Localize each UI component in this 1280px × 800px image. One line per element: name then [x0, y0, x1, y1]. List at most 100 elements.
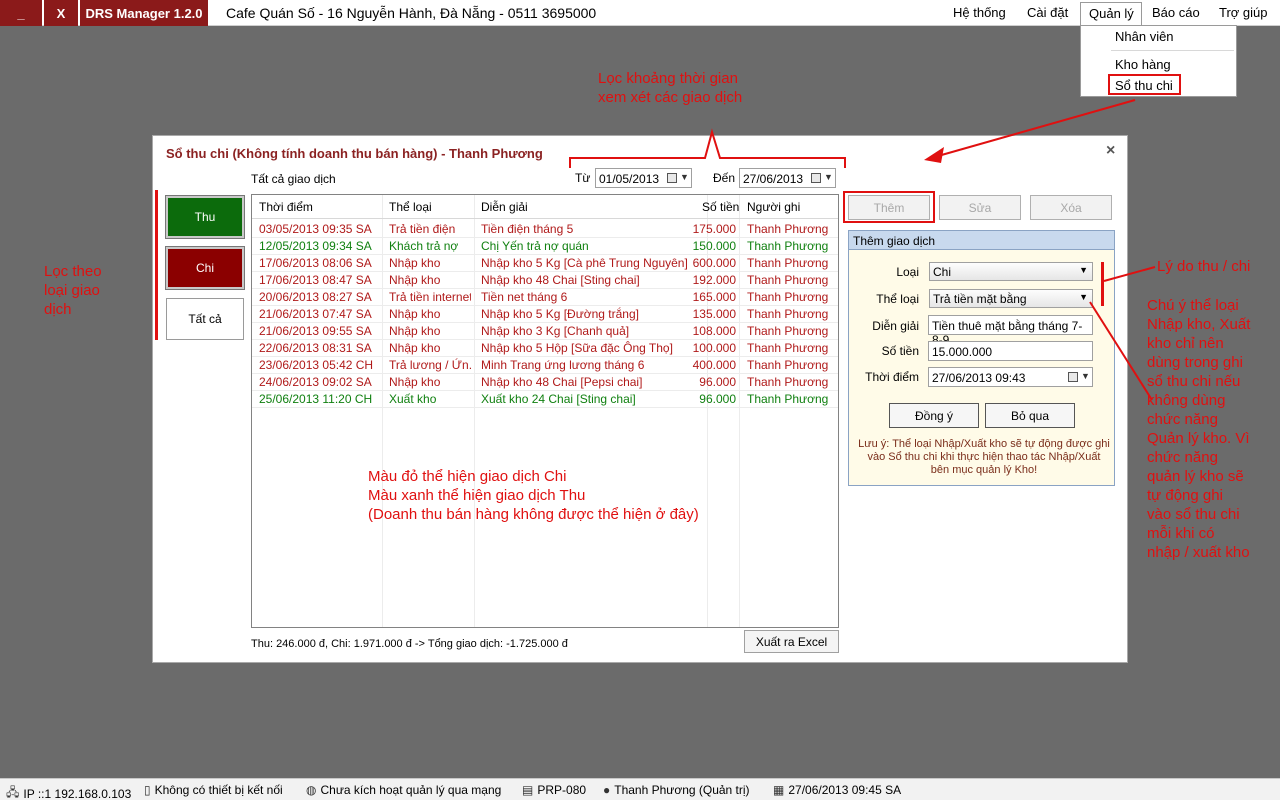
- sotien-label: Số tiền: [881, 344, 919, 358]
- close-app-button[interactable]: X: [44, 0, 78, 26]
- dropdown-item-kho-hang[interactable]: Kho hàng: [1115, 57, 1171, 72]
- column-header-time[interactable]: Thời điểm: [259, 200, 313, 214]
- cell-desc: Xuất kho 24 Chai [Sting chai]: [481, 392, 636, 406]
- annotation-note-8: Quản lý kho. Vì: [1147, 430, 1250, 447]
- edit-button[interactable]: Sửa: [939, 195, 1021, 220]
- cell-type: Trả lương / Ứn...: [389, 358, 471, 372]
- cell-type: Nhập kho: [389, 256, 441, 270]
- column-header-user[interactable]: Người ghi: [747, 200, 800, 214]
- cell-amount: 100.000: [692, 341, 736, 355]
- annotation-note-9: chức năng: [1147, 449, 1218, 466]
- app-title: DRS Manager 1.2.0: [80, 0, 208, 26]
- shop-info: Cafe Quán Số - 16 Nguyễn Hành, Đà Nẵng -…: [226, 5, 597, 21]
- theloai-value: Trả tiền mặt bằng: [933, 292, 1027, 306]
- annotation-type-filter-2: loại giao: [44, 282, 100, 299]
- annotation-note-5: sổ thu chi nếu: [1147, 373, 1241, 390]
- calendar-icon: [811, 173, 821, 183]
- thoidiem-picker[interactable]: 27/06/2013 09:43 ▼: [928, 367, 1093, 387]
- panel-note: Lưu ý: Thể loại Nhập/Xuất kho sẽ tự động…: [858, 438, 1110, 476]
- cell-user: Thanh Phương: [747, 392, 829, 406]
- confirm-button[interactable]: Đồng ý: [889, 403, 979, 428]
- bracket-reason: [1101, 262, 1104, 306]
- cell-type: Trả tiền internet: [389, 290, 471, 304]
- table-row[interactable]: 20/06/2013 08:27 SA Trả tiền internet Tiền…: [252, 289, 838, 306]
- cell-time: 22/06/2013 08:31 SA: [259, 341, 372, 355]
- loai-value: Chi: [933, 265, 952, 279]
- table-row[interactable]: 22/06/2013 08:31 SA Nhập kho Nhập kho 5 Hộ…: [252, 340, 838, 357]
- cell-amount: 135.000: [692, 307, 736, 321]
- loai-select[interactable]: Chi ▼: [929, 262, 1093, 281]
- sotien-input[interactable]: 15.000.000: [928, 341, 1093, 361]
- filter-thu-button[interactable]: Thu: [165, 195, 245, 239]
- cell-type: Nhập kho: [389, 324, 441, 338]
- summary-text: Thu: 246.000 đ, Chi: 1.971.000 đ -> Tổng…: [251, 638, 568, 650]
- annotation-note-3: kho chỉ nên: [1147, 335, 1224, 352]
- cell-amount: 96.000: [699, 375, 736, 389]
- export-excel-button[interactable]: Xuất ra Excel: [744, 630, 839, 653]
- highlight-so-thu-chi: [1108, 74, 1181, 95]
- thoidiem-value: 27/06/2013 09:43: [932, 371, 1026, 385]
- column-header-type[interactable]: Thể loại: [389, 200, 432, 214]
- table-row[interactable]: 21/06/2013 07:47 SA Nhập kho Nhập kho 5 Kg…: [252, 306, 838, 323]
- dialog-close-icon[interactable]: ×: [1106, 142, 1115, 160]
- grid-header: Thời điểm Thể loại Diễn giải Số tiền Ngư…: [252, 195, 838, 219]
- status-ip: 🖧 IP ::1 192.168.0.103: [6, 783, 131, 800]
- annotation-type-filter-1: Lọc theo: [44, 263, 102, 280]
- grid-caption: Tất cả giao dịch: [251, 172, 336, 186]
- table-row[interactable]: 24/06/2013 09:02 SA Nhập kho Nhập kho 48 C…: [252, 374, 838, 391]
- annotation-note-12: vào sổ thu chi: [1147, 506, 1240, 523]
- annotation-note-13: mỗi khi có: [1147, 525, 1215, 542]
- column-header-desc[interactable]: Diễn giải: [481, 200, 528, 214]
- status-bar: 🖧 IP ::1 192.168.0.103 ▯ Không có thiết …: [0, 778, 1280, 800]
- to-date-value: 27/06/2013: [743, 172, 804, 186]
- chevron-down-icon: ▼: [1079, 265, 1088, 275]
- theloai-label: Thể loại: [876, 292, 919, 306]
- table-row[interactable]: 03/05/2013 09:35 SA Trả tiền điện Tiền điệ…: [252, 221, 838, 238]
- cell-time: 25/06/2013 11:20 CH: [259, 392, 373, 406]
- user-icon: ●: [603, 783, 611, 797]
- panel-header: Thêm giao dịch: [849, 231, 1114, 250]
- cell-time: 12/05/2013 09:34 SA: [259, 239, 372, 253]
- menu-tro-giup[interactable]: Trợ giúp: [1219, 5, 1268, 20]
- delete-button[interactable]: Xóa: [1030, 195, 1112, 220]
- table-row[interactable]: 25/06/2013 11:20 CH Xuất kho Xuất kho 24 C…: [252, 391, 838, 408]
- minimize-button[interactable]: _: [0, 0, 42, 26]
- from-label: Từ: [575, 171, 591, 185]
- to-date-picker[interactable]: 27/06/2013 ▼: [739, 168, 836, 188]
- table-row[interactable]: 17/06/2013 08:06 SA Nhập kho Nhập kho 5 Kg…: [252, 255, 838, 272]
- cell-time: 17/06/2013 08:47 SA: [259, 273, 372, 287]
- transactions-grid[interactable]: Thời điểm Thể loại Diễn giải Số tiền Ngư…: [251, 194, 839, 628]
- menu-bao-cao[interactable]: Báo cáo: [1152, 5, 1200, 20]
- highlight-add-button: [843, 191, 935, 223]
- so-thu-chi-dialog: Sổ thu chi (Không tính doanh thu bán hàn…: [152, 135, 1128, 663]
- cell-type: Khách trả nợ: [389, 239, 459, 253]
- menu-quan-ly[interactable]: Quản lý: [1080, 2, 1142, 26]
- table-row[interactable]: 17/06/2013 08:47 SA Nhập kho Nhập kho 48 C…: [252, 272, 838, 289]
- cell-desc: Minh Trang ứng lương tháng 6: [481, 358, 645, 372]
- menu-cai-dat[interactable]: Cài đặt: [1027, 5, 1068, 20]
- status-user-text: Thanh Phương (Quản trị): [614, 783, 750, 797]
- cell-desc: Nhập kho 5 Hộp [Sữa đặc Ông Thọ]: [481, 341, 673, 355]
- menu-he-thong[interactable]: Hệ thống: [953, 5, 1006, 20]
- cell-amount: 600.000: [692, 256, 736, 270]
- cell-user: Thanh Phương: [747, 341, 829, 355]
- table-row[interactable]: 21/06/2013 09:55 SA Nhập kho Nhập kho 3 Kg…: [252, 323, 838, 340]
- table-row[interactable]: 12/05/2013 09:34 SA Khách trả nợ Chị Yến t…: [252, 238, 838, 255]
- to-label: Đến: [713, 171, 736, 185]
- calendar-icon: ▦: [773, 783, 785, 797]
- dropdown-item-nhan-vien[interactable]: Nhân viên: [1115, 29, 1174, 44]
- skip-button[interactable]: Bỏ qua: [985, 403, 1075, 428]
- diengiai-input[interactable]: Tiền thuê mặt bằng tháng 7-8-9: [928, 315, 1093, 347]
- diengiai-label: Diễn giải: [872, 319, 919, 333]
- calendar-icon: [667, 173, 677, 183]
- from-date-picker[interactable]: 01/05/2013 ▼: [595, 168, 692, 188]
- filter-all-button[interactable]: Tất cả: [166, 298, 244, 340]
- cell-type: Nhập kho: [389, 341, 441, 355]
- table-row[interactable]: 23/06/2013 05:42 CH Trả lương / Ứn... Minh…: [252, 357, 838, 374]
- cell-user: Thanh Phương: [747, 256, 829, 270]
- column-header-amount[interactable]: Số tiền: [702, 200, 739, 214]
- filter-chi-button[interactable]: Chi: [165, 246, 245, 290]
- calendar-icon: [1068, 372, 1078, 382]
- theloai-select[interactable]: Trả tiền mặt bằng ▼: [929, 289, 1093, 308]
- cell-desc: Nhập kho 3 Kg [Chanh quả]: [481, 324, 630, 338]
